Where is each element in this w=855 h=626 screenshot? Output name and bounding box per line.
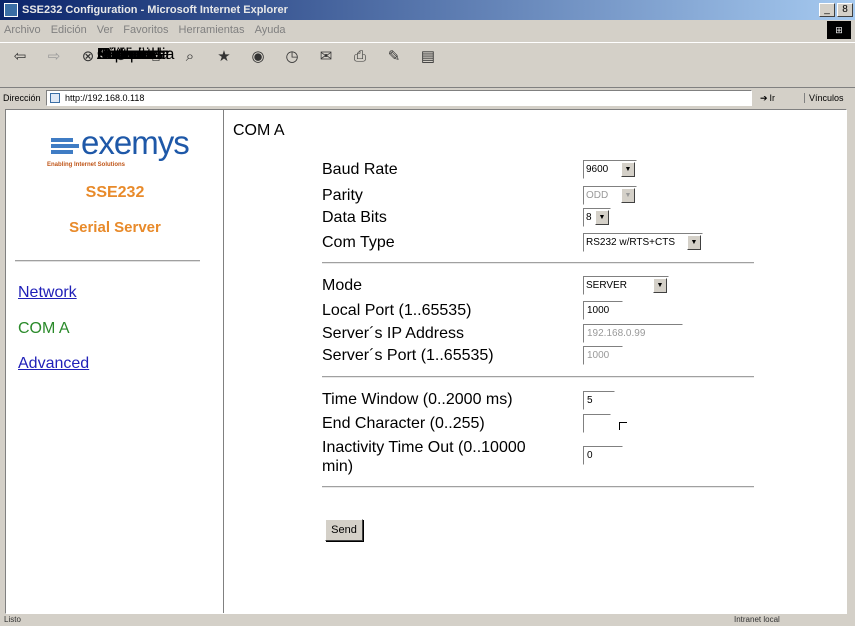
menu-herramientas[interactable]: Herramientas <box>179 24 245 36</box>
address-bar: Dirección http://192.168.0.118 ▼ ➔ Ir Ví… <box>0 89 855 107</box>
stop-icon: ⊗ <box>81 48 95 65</box>
config-form: COM A Baud Rate 9600 ▼ Parity ODD ▼ Data B… <box>225 110 846 613</box>
server-ip-input[interactable]: 192.168.0.99 <box>583 324 683 343</box>
go-arrow-icon: ➔ <box>760 92 768 103</box>
page-content: exemys Enabling Internet Solutions SSE23… <box>5 109 847 614</box>
windows-logo-icon: ⊞ <box>827 21 851 39</box>
go-button[interactable]: ➔ Ir <box>760 93 800 104</box>
address-url: http://192.168.0.118 <box>65 93 145 103</box>
edit-icon: ✎ <box>387 48 401 65</box>
exemys-logo: exemys Enabling Internet Solutions <box>45 124 190 174</box>
stop-button[interactable]: ⊗ Detener <box>78 43 154 67</box>
menu-favoritos[interactable]: Favoritos <box>123 24 168 36</box>
com-type-label: Com Type <box>322 234 395 251</box>
sidebar-divider <box>15 260 200 262</box>
browser-toolbar: ⇦ Atrás ⇨ Adelante ⊗ Detener ⟳ Actualizar ⌂ I… <box>0 42 855 88</box>
time-window-input[interactable]: 5 <box>583 391 615 410</box>
menu-bar: Archivo Edición Ver Favoritos Herramient… <box>0 20 855 40</box>
print-icon: ⎙ <box>353 48 366 65</box>
discuss-icon: ▤ <box>420 48 436 65</box>
left-sidebar: exemys Enabling Internet Solutions SSE23… <box>6 110 224 613</box>
inactivity-timeout-label: Inactivity Time Out (0..10000 min) <box>322 439 526 475</box>
history-button[interactable]: ◷ Historial <box>97 43 302 67</box>
discuss-button[interactable]: ▤ Conversar <box>97 43 438 67</box>
baud-rate-label: Baud Rate <box>322 161 398 178</box>
page-title: COM A <box>233 122 285 139</box>
mail-icon: ✉ <box>319 48 333 65</box>
media-icon: ◉ <box>251 48 265 65</box>
local-port-label: Local Port (1..65535) <box>322 302 472 319</box>
favorites-button[interactable]: ★ Favoritos <box>97 43 234 67</box>
nav-network-link[interactable]: Network <box>18 284 77 302</box>
media-button[interactable]: ◉ Multimedia <box>97 43 268 67</box>
product-subtitle: Serial Server <box>69 219 161 236</box>
baud-rate-select[interactable]: 9600 ▼ <box>583 160 637 179</box>
end-character-label: End Character (0..255) <box>322 415 485 432</box>
parity-label: Parity <box>322 187 363 204</box>
nav-advanced-link[interactable]: Advanced <box>18 355 89 373</box>
status-bar: Listo Intranet local <box>0 614 855 626</box>
go-label: Ir <box>769 93 776 103</box>
server-port-input[interactable]: 1000 <box>583 346 623 365</box>
chevron-down-icon: ▼ <box>621 162 635 177</box>
chevron-down-icon: ▼ <box>595 210 609 225</box>
page-icon <box>50 93 60 103</box>
com-type-select[interactable]: RS232 w/RTS+CTS ▼ <box>583 233 703 252</box>
menu-ayuda[interactable]: Ayuda <box>255 24 286 36</box>
server-port-label: Server´s Port (1..65535) <box>322 347 494 364</box>
server-ip-label: Server´s IP Address <box>322 325 464 342</box>
print-button[interactable]: ⎙ Imprimir <box>97 43 370 67</box>
section-divider <box>322 262 754 264</box>
mode-select[interactable]: SERVER ▼ <box>583 276 669 295</box>
data-bits-select[interactable]: 8 ▼ <box>583 208 611 227</box>
mail-button[interactable]: ✉ Correo <box>97 43 336 67</box>
inactivity-timeout-input[interactable]: 0 <box>583 446 623 465</box>
logo-tagline: Enabling Internet Solutions <box>47 162 125 168</box>
local-port-input[interactable]: 1000 <box>583 301 623 320</box>
address-input[interactable]: http://192.168.0.118 <box>46 90 752 106</box>
menu-archivo[interactable]: Archivo <box>4 24 41 36</box>
section-divider <box>322 486 754 488</box>
status-text: Listo <box>4 615 21 624</box>
nav-com-a-link[interactable]: COM A <box>18 320 70 338</box>
menu-ver[interactable]: Ver <box>97 24 114 36</box>
menu-edicion[interactable]: Edición <box>51 24 87 36</box>
end-character-checkbox[interactable] <box>619 422 627 430</box>
end-character-input[interactable] <box>583 414 611 433</box>
links-button[interactable]: Vínculos <box>804 93 844 103</box>
security-zone: Intranet local <box>734 615 780 624</box>
back-button[interactable]: ⇦ Atrás <box>10 43 135 67</box>
chevron-down-icon: ▼ <box>687 235 701 250</box>
maximize-button[interactable]: 8 <box>837 3 853 17</box>
minimize-button[interactable]: _ <box>819 3 835 17</box>
search-button[interactable]: ⌕ Búsqueda <box>97 43 200 67</box>
forward-arrow-icon: ⇨ <box>47 48 61 65</box>
chevron-down-icon: ▼ <box>621 188 635 203</box>
window-title-bar: SSE232 Configuration - Microsoft Interne… <box>0 0 855 20</box>
forward-button[interactable]: ⇨ Adelante <box>44 43 160 67</box>
edit-button[interactable]: ✎ Editar <box>97 43 404 67</box>
mode-label: Mode <box>322 277 363 294</box>
ie-app-icon <box>4 3 18 17</box>
chevron-down-icon: ▼ <box>653 278 667 293</box>
search-icon: ⌕ <box>185 48 195 65</box>
history-icon: ◷ <box>285 48 299 65</box>
address-label: Dirección <box>3 93 41 103</box>
logo-stripes-icon <box>51 138 79 158</box>
data-bits-label: Data Bits <box>322 209 387 226</box>
section-divider <box>322 376 754 378</box>
window-title: SSE232 Configuration - Microsoft Interne… <box>22 4 288 16</box>
logo-wordmark: exemys <box>81 124 190 161</box>
back-arrow-icon: ⇦ <box>13 48 27 65</box>
parity-select[interactable]: ODD ▼ <box>583 186 637 205</box>
product-name: SSE232 <box>85 184 145 201</box>
favorites-icon: ★ <box>217 48 231 65</box>
time-window-label: Time Window (0..2000 ms) <box>322 391 513 408</box>
send-button[interactable]: Send <box>325 519 363 541</box>
